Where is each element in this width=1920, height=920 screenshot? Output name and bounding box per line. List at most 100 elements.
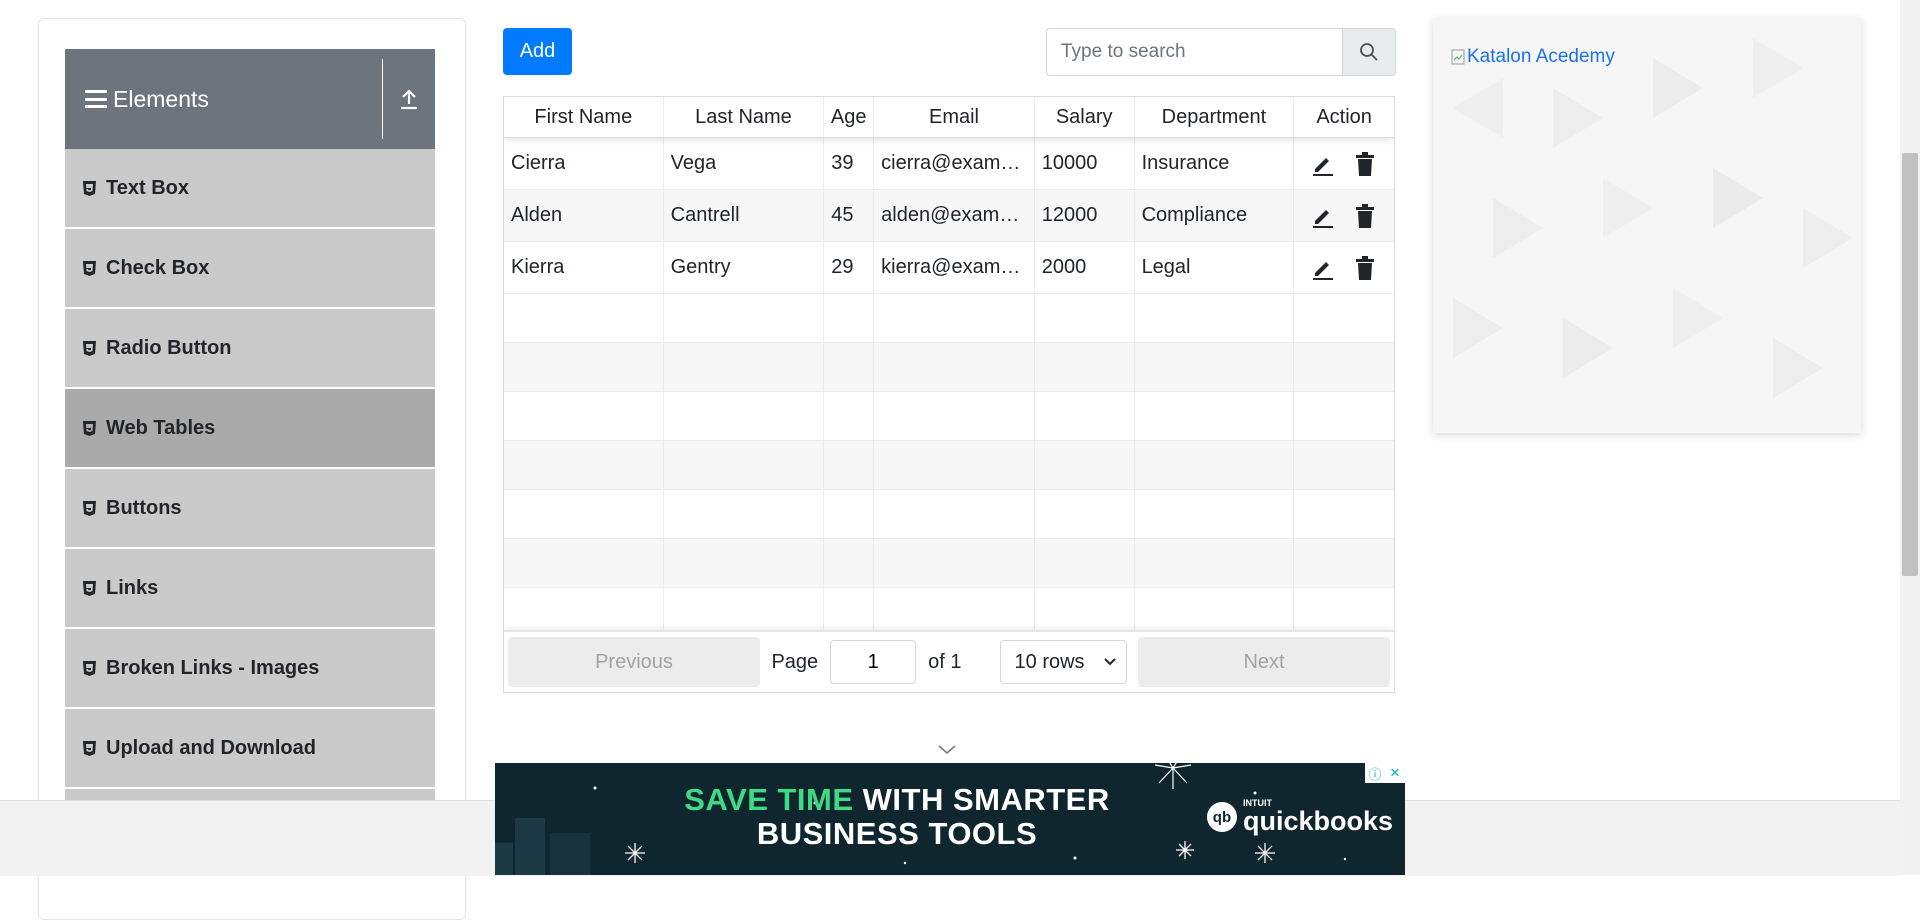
quickbooks-logo: qb INTUIT quickbooks	[1206, 799, 1393, 836]
html5-icon	[83, 580, 96, 596]
sidebar-item-web-tables[interactable]: Web Tables	[65, 389, 435, 469]
table-header-row: First Name Last Name Age Email Salary De…	[504, 97, 1394, 138]
html5-icon	[83, 340, 96, 356]
sidebar-item-label: Buttons	[106, 496, 182, 519]
column-header-action[interactable]: Action	[1294, 97, 1394, 137]
html5-icon	[83, 500, 96, 516]
collapse-group-button[interactable]	[382, 59, 435, 139]
column-header-department[interactable]: Department	[1135, 97, 1295, 137]
cell-age: 39	[824, 138, 875, 189]
elements-menu: Text Box Check Box Radio Button Web Tabl…	[65, 149, 435, 803]
total-pages-label: of 1	[928, 650, 962, 673]
column-header-last-name[interactable]: Last Name	[664, 97, 825, 137]
delete-icon[interactable]	[1351, 202, 1379, 230]
search-input[interactable]	[1047, 29, 1342, 75]
empty-table-row	[504, 343, 1394, 392]
empty-table-row	[504, 490, 1394, 539]
sidebar-item-label: Radio Button	[106, 336, 232, 359]
cell-salary: 10000	[1035, 138, 1135, 189]
cell-actions	[1294, 190, 1394, 241]
empty-table-row	[504, 294, 1394, 343]
info-icon[interactable]: ⓘ	[1365, 763, 1385, 783]
next-button[interactable]: Next	[1138, 637, 1390, 687]
sidebar-item-label: Web Tables	[106, 416, 216, 439]
sidebar-item-check-box[interactable]: Check Box	[65, 229, 435, 309]
search-icon	[1360, 43, 1378, 61]
close-icon[interactable]: ✕	[1385, 763, 1405, 783]
cell-department: Legal	[1135, 242, 1295, 293]
sidebar-item-label: Links	[106, 576, 159, 599]
cell-first-name: Alden	[504, 190, 664, 241]
column-header-first-name[interactable]: First Name	[504, 97, 664, 137]
cell-department: Compliance	[1135, 190, 1295, 241]
sidebar-item-upload-download[interactable]: Upload and Download	[65, 709, 435, 789]
katalon-ad-link[interactable]: Katalon Acedemy	[1451, 46, 1615, 68]
banner-headline: SAVE TIME WITH SMARTER BUSINESS TOOLS	[667, 783, 1127, 851]
quickbooks-banner-ad[interactable]: SAVE TIME WITH SMARTER BUSINESS TOOLS qb…	[495, 763, 1405, 875]
cell-email: cierra@example.com	[874, 138, 1035, 189]
page-label: Page	[771, 650, 819, 673]
previous-button[interactable]: Previous	[508, 637, 760, 687]
katalon-ad-alt-text: Katalon Acedemy	[1467, 46, 1615, 67]
chevron-down-icon[interactable]	[938, 745, 956, 755]
cell-last-name: Gentry	[664, 242, 825, 293]
scrollbar-thumb[interactable]	[1902, 153, 1918, 576]
column-header-age[interactable]: Age	[824, 97, 875, 137]
page-info: Page of 1 10 rows	[760, 640, 1138, 684]
search-button[interactable]	[1342, 29, 1395, 75]
add-button[interactable]: Add	[503, 28, 572, 75]
table-row: Alden Cantrell 45 alden@example.com 1200…	[504, 190, 1394, 242]
sidebar-item-buttons[interactable]: Buttons	[65, 469, 435, 549]
upload-arrow-icon	[401, 89, 417, 110]
empty-table-row	[504, 539, 1394, 588]
page-scrollbar[interactable]	[1900, 0, 1920, 875]
cell-age: 45	[824, 190, 875, 241]
cell-salary: 2000	[1035, 242, 1135, 293]
edit-icon[interactable]	[1309, 202, 1337, 230]
cell-first-name: Kierra	[504, 242, 664, 293]
sidebar-item-text-box[interactable]: Text Box	[65, 149, 435, 229]
pagination-bar: Previous Page of 1 10 rows Next	[504, 630, 1394, 692]
page-number-input[interactable]	[830, 640, 917, 684]
right-ad-panel: Katalon Acedemy	[1433, 18, 1861, 433]
cell-last-name: Cantrell	[664, 190, 825, 241]
cell-email: kierra@example.com	[874, 242, 1035, 293]
table-row: Cierra Vega 39 cierra@example.com 10000 …	[504, 138, 1394, 190]
sidebar-item-label: Broken Links - Images	[106, 656, 320, 679]
sidebar-item-label: Upload and Download	[106, 736, 316, 759]
sidebar-item-links[interactable]: Links	[65, 549, 435, 629]
hamburger-icon	[85, 90, 107, 108]
rows-per-page-select[interactable]: 10 rows	[999, 640, 1127, 684]
sidebar-item-label: Check Box	[106, 256, 210, 279]
delete-icon[interactable]	[1351, 150, 1379, 178]
elements-group-header[interactable]: Elements	[65, 49, 435, 149]
broken-image-icon	[1451, 49, 1465, 65]
sidebar-item-radio-button[interactable]: Radio Button	[65, 309, 435, 389]
cell-salary: 12000	[1035, 190, 1135, 241]
banner-headline-rest: WITH SMARTER	[862, 782, 1110, 817]
banner-headline-line2: BUSINESS TOOLS	[756, 816, 1038, 851]
html5-icon	[83, 660, 96, 676]
cell-last-name: Vega	[664, 138, 825, 189]
search-box	[1046, 28, 1396, 76]
delete-icon[interactable]	[1351, 254, 1379, 282]
table-row: Kierra Gentry 29 kierra@example.com 2000…	[504, 242, 1394, 294]
qb-logo-mark: qb	[1206, 802, 1237, 832]
sidebar-item-broken-links[interactable]: Broken Links - Images	[65, 629, 435, 709]
cell-age: 29	[824, 242, 875, 293]
ad-choices[interactable]: ⓘ ✕	[1365, 763, 1405, 783]
column-header-salary[interactable]: Salary	[1035, 97, 1135, 137]
cell-actions	[1294, 138, 1394, 189]
cell-first-name: Cierra	[504, 138, 664, 189]
quickbooks-wordmark: quickbooks	[1242, 806, 1393, 836]
edit-icon[interactable]	[1309, 150, 1337, 178]
html5-icon	[83, 180, 96, 196]
edit-icon[interactable]	[1309, 254, 1337, 282]
sidebar-item-label: Text Box	[106, 176, 189, 199]
column-header-email[interactable]: Email	[874, 97, 1035, 137]
web-table: First Name Last Name Age Email Salary De…	[503, 96, 1395, 693]
banner-headline-accent: SAVE TIME	[684, 782, 854, 817]
rows-per-page-value: 10 rows	[1014, 650, 1085, 673]
html5-icon	[83, 420, 96, 436]
cell-department: Insurance	[1135, 138, 1295, 189]
